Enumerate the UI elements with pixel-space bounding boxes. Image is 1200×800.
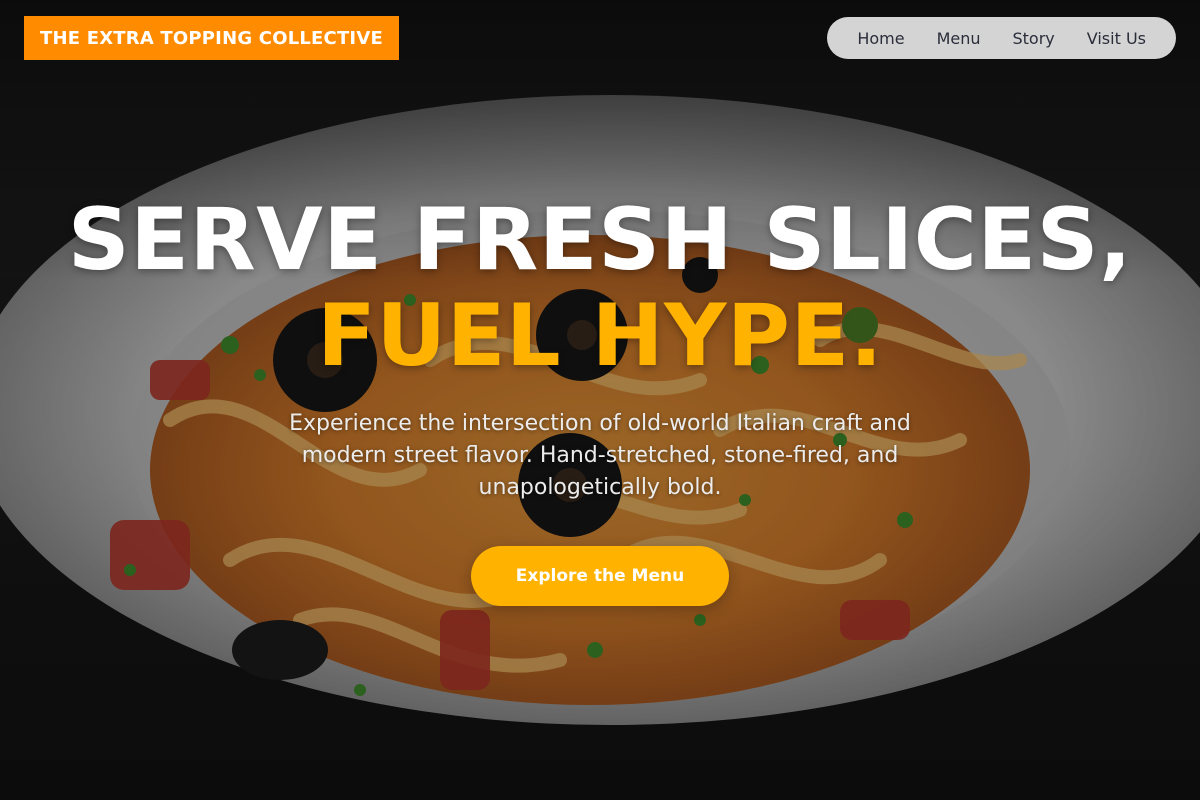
hero-headline-line-1: SERVE FRESH SLICES,	[67, 190, 1133, 290]
hero-headline-line-2: FUEL HYPE.	[317, 286, 883, 386]
hero-section: THE EXTRA TOPPING COLLECTIVE Home Menu S…	[0, 0, 1200, 800]
nav-item-story[interactable]: Story	[1002, 17, 1066, 59]
main-navigation: Home Menu Story Visit Us	[827, 17, 1176, 59]
hero-headline: SERVE FRESH SLICES, FUEL HYPE.	[0, 192, 1200, 384]
brand-logo[interactable]: THE EXTRA TOPPING COLLECTIVE	[24, 16, 399, 60]
nav-item-visit-us[interactable]: Visit Us	[1076, 17, 1157, 59]
nav-item-menu[interactable]: Menu	[926, 17, 992, 59]
hero-subtext: Experience the intersection of old-world…	[289, 411, 911, 500]
explore-menu-button[interactable]: Explore the Menu	[471, 546, 729, 606]
nav-item-home[interactable]: Home	[846, 17, 915, 59]
hero-dark-overlay	[0, 0, 1200, 800]
